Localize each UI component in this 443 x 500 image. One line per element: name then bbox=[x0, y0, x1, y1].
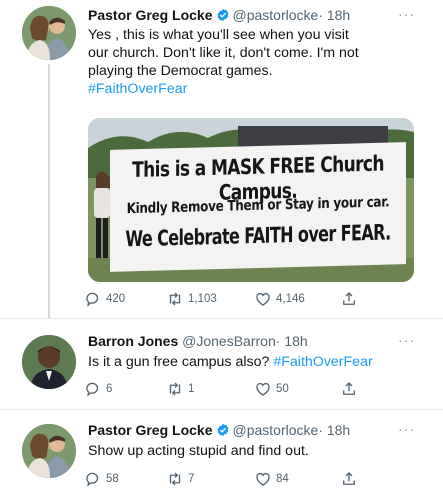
tweet-text: Show up acting stupid and find out. bbox=[88, 442, 418, 460]
share-icon bbox=[340, 290, 358, 308]
verified-badge-icon bbox=[216, 8, 230, 25]
tweet-text-line: Yes , this is what you'll see when you v… bbox=[88, 27, 349, 43]
like-button[interactable]: 50 bbox=[254, 380, 289, 398]
more-icon[interactable]: ··· bbox=[398, 6, 415, 22]
retweet-button[interactable]: 7 bbox=[166, 470, 194, 488]
tweet-3: Pastor Greg Locke @pastorlocke· 18h ··· S… bbox=[0, 410, 443, 500]
more-icon[interactable]: ··· bbox=[398, 332, 415, 348]
share-icon bbox=[340, 380, 358, 398]
handle[interactable]: @JonesBarron bbox=[182, 333, 276, 349]
handle[interactable]: @pastorlocke bbox=[233, 7, 319, 23]
avatar[interactable] bbox=[22, 424, 76, 478]
sign-banner: This is a MASK FREE Church Campus. Kindl… bbox=[110, 142, 406, 272]
tweet-text-line: our church. Don't like it, don't come. I… bbox=[88, 45, 359, 61]
avatar[interactable] bbox=[22, 6, 76, 60]
timestamp[interactable]: · 18h bbox=[318, 422, 350, 438]
reply-button[interactable]: 420 bbox=[84, 290, 125, 308]
retweet-icon bbox=[166, 290, 184, 308]
like-icon bbox=[254, 290, 272, 308]
tweet-photo[interactable]: This is a MASK FREE Church Campus. Kindl… bbox=[88, 118, 414, 282]
tweet-header: Pastor Greg Locke @pastorlocke· 18h bbox=[88, 7, 350, 25]
retweet-button[interactable]: 1 bbox=[166, 380, 194, 398]
tweet-1: Pastor Greg Locke @pastorlocke· 18h ··· Y… bbox=[0, 0, 443, 318]
verified-badge-icon bbox=[216, 423, 230, 440]
display-name[interactable]: Pastor Greg Locke bbox=[88, 422, 213, 438]
like-button[interactable]: 84 bbox=[254, 470, 289, 488]
avatar[interactable] bbox=[22, 335, 76, 389]
retweet-count: 1,103 bbox=[188, 293, 217, 305]
hashtag-link[interactable]: #FaithOverFear bbox=[273, 354, 372, 370]
tweet-2: Barron Jones @JonesBarron· 18h ··· Is it… bbox=[0, 319, 443, 409]
share-icon bbox=[340, 470, 358, 488]
timestamp[interactable]: · 18h bbox=[276, 333, 308, 349]
reply-count: 6 bbox=[106, 383, 113, 395]
reply-count: 420 bbox=[106, 293, 126, 305]
tweet-header: Barron Jones @JonesBarron· 18h bbox=[88, 333, 308, 349]
retweet-icon bbox=[166, 470, 184, 488]
tweet-text: Is it a gun free campus also? #FaithOver… bbox=[88, 353, 428, 371]
reply-icon bbox=[84, 380, 102, 398]
tweet-header: Pastor Greg Locke @pastorlocke· 18h bbox=[88, 422, 350, 440]
share-button[interactable] bbox=[340, 470, 358, 488]
reply-icon bbox=[84, 470, 102, 488]
thread-line bbox=[48, 64, 50, 318]
handle[interactable]: @pastorlocke bbox=[233, 422, 319, 438]
retweet-count: 1 bbox=[188, 383, 195, 395]
like-count: 84 bbox=[276, 473, 289, 485]
reply-count: 58 bbox=[106, 473, 119, 485]
reply-icon bbox=[84, 290, 102, 308]
retweet-count: 7 bbox=[188, 473, 195, 485]
like-count: 50 bbox=[276, 383, 289, 395]
tweet-text-line: playing the Democrat games. bbox=[88, 63, 273, 79]
hashtag-link[interactable]: #FaithOverFear bbox=[88, 80, 418, 98]
like-icon bbox=[254, 380, 272, 398]
sign-line-3: We Celebrate FAITH over FEAR. bbox=[125, 219, 391, 252]
display-name[interactable]: Pastor Greg Locke bbox=[88, 7, 213, 23]
like-count: 4,146 bbox=[276, 293, 305, 305]
like-button[interactable]: 4,146 bbox=[254, 290, 305, 308]
share-button[interactable] bbox=[340, 380, 358, 398]
timestamp[interactable]: · 18h bbox=[318, 7, 350, 23]
tweet-text: Yes , this is what you'll see when you v… bbox=[88, 26, 418, 98]
reply-button[interactable]: 6 bbox=[84, 380, 112, 398]
more-icon[interactable]: ··· bbox=[398, 421, 415, 437]
share-button[interactable] bbox=[340, 290, 358, 308]
tweet-text-content: Is it a gun free campus also? bbox=[88, 354, 270, 370]
retweet-icon bbox=[166, 380, 184, 398]
tweet-text-content: Show up acting stupid and find out. bbox=[88, 443, 309, 459]
reply-button[interactable]: 58 bbox=[84, 470, 119, 488]
like-icon bbox=[254, 470, 272, 488]
retweet-button[interactable]: 1,103 bbox=[166, 290, 217, 308]
display-name[interactable]: Barron Jones bbox=[88, 333, 178, 349]
